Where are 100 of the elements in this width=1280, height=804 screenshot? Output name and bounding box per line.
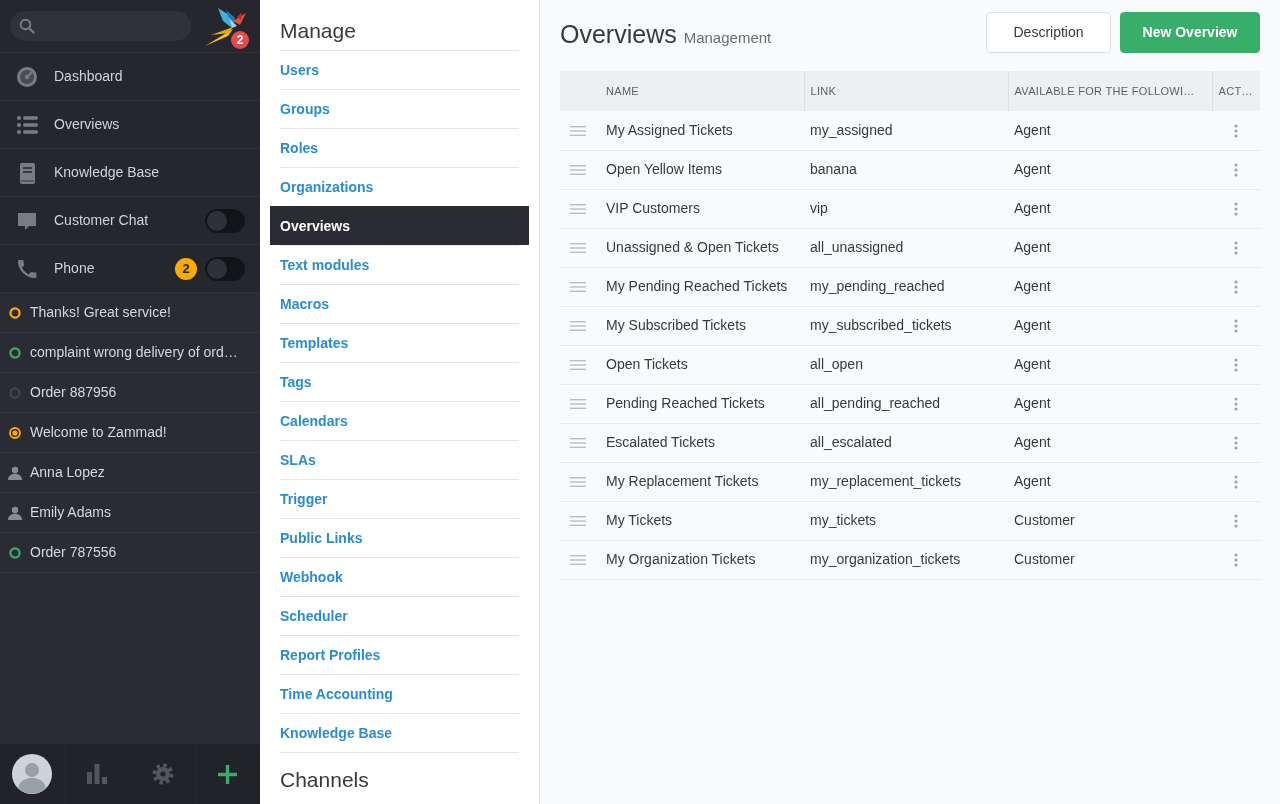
- admin-menu-item[interactable]: Calendars: [280, 401, 519, 440]
- admin-menu-item[interactable]: Webhook: [280, 557, 519, 596]
- list-icon[interactable]: [16, 113, 38, 136]
- table-cell: Agent: [1008, 111, 1212, 150]
- drag-handle-icon[interactable]: [570, 438, 586, 449]
- table-cell: my_replacement_tickets: [804, 462, 1008, 501]
- table-cell: Agent: [1008, 306, 1212, 345]
- speedometer-icon[interactable]: [16, 65, 38, 88]
- admin-menu-item[interactable]: Trigger: [280, 479, 519, 518]
- task-link[interactable]: Welcome to Zammad!: [30, 422, 167, 443]
- more-options-icon[interactable]: [1234, 475, 1238, 490]
- search-field[interactable]: [10, 11, 191, 41]
- table-cell: Agent: [1008, 423, 1212, 462]
- column-header[interactable]: AVAILABLE FOR THE FOLLOWI…: [1008, 71, 1212, 111]
- admin-menu-item[interactable]: Knowledge Base: [280, 713, 519, 752]
- admin-menu-item[interactable]: Macros: [280, 284, 519, 323]
- table-cell: Agent: [1008, 345, 1212, 384]
- nav-link[interactable]: Phone: [54, 258, 95, 279]
- task-link[interactable]: Thanks! Great service!: [30, 302, 171, 323]
- table-cell: Escalated Tickets: [600, 423, 804, 462]
- drag-handle-icon[interactable]: [570, 165, 586, 176]
- table-cell: all_pending_reached: [804, 384, 1008, 423]
- drag-handle-icon[interactable]: [570, 126, 586, 137]
- admin-menu-item[interactable]: Users: [280, 50, 519, 89]
- drag-handle-icon[interactable]: [570, 282, 586, 293]
- table-cell: my_pending_reached: [804, 267, 1008, 306]
- drag-handle-icon[interactable]: [570, 516, 586, 527]
- admin-menu-item[interactable]: Text modules: [280, 245, 519, 284]
- table-cell: My Subscribed Tickets: [600, 306, 804, 345]
- table-cell: Customer: [1008, 501, 1212, 540]
- drag-handle-icon[interactable]: [570, 360, 586, 371]
- table-cell: Agent: [1008, 462, 1212, 501]
- avatar-silhouette-icon[interactable]: [12, 754, 53, 794]
- admin-menu-item[interactable]: Templates: [280, 323, 519, 362]
- table-cell: Pending Reached Tickets: [600, 384, 804, 423]
- table-cell: VIP Customers: [600, 189, 804, 228]
- nav-link[interactable]: Customer Chat: [54, 210, 149, 231]
- section-heading: Channels: [280, 767, 370, 793]
- admin-menu-item[interactable]: Time Accounting: [280, 674, 519, 713]
- column-header[interactable]: LINK: [804, 71, 1008, 111]
- table-cell: Agent: [1008, 150, 1212, 189]
- table-cell: Agent: [1008, 189, 1212, 228]
- task-link[interactable]: complaint wrong delivery of ord…: [30, 342, 238, 363]
- drag-handle-icon[interactable]: [570, 204, 586, 215]
- admin-menu-item[interactable]: Tags: [280, 362, 519, 401]
- more-options-icon[interactable]: [1234, 397, 1238, 412]
- drag-handle-icon[interactable]: [570, 477, 586, 488]
- more-options-icon[interactable]: [1234, 514, 1238, 529]
- count-badge: 2: [175, 257, 197, 280]
- task-link[interactable]: Order 887956: [30, 382, 117, 403]
- admin-menu-item[interactable]: SLAs: [280, 440, 519, 479]
- table-cell: all_unassigned: [804, 228, 1008, 267]
- toggle-switch[interactable]: [205, 256, 245, 281]
- drag-handle-icon[interactable]: [570, 321, 586, 332]
- admin-menu-item[interactable]: Report Profiles: [280, 635, 519, 674]
- table-cell: Agent: [1008, 267, 1212, 306]
- more-options-icon[interactable]: [1234, 319, 1238, 334]
- admin-menu-item[interactable]: Scheduler: [280, 596, 519, 635]
- bird-logo-icon[interactable]: [204, 6, 246, 48]
- table-cell: My Assigned Tickets: [600, 111, 804, 150]
- drag-handle-icon[interactable]: [570, 243, 586, 254]
- settings-icon[interactable]: [151, 763, 174, 785]
- more-options-icon[interactable]: [1234, 436, 1238, 451]
- nav-link[interactable]: Knowledge Base: [54, 162, 160, 183]
- more-options-icon[interactable]: [1234, 202, 1238, 217]
- more-options-icon[interactable]: [1234, 124, 1238, 139]
- table-cell: my_organization_tickets: [804, 540, 1008, 579]
- table-cell: Agent: [1008, 384, 1212, 423]
- table-cell: My Replacement Tickets: [600, 462, 804, 501]
- drag-handle-icon[interactable]: [570, 555, 586, 566]
- admin-menu-item[interactable]: Groups: [280, 89, 519, 128]
- column-header[interactable]: NAME: [600, 71, 804, 111]
- more-options-icon[interactable]: [1234, 358, 1238, 373]
- more-options-icon[interactable]: [1234, 553, 1238, 568]
- table-cell: Unassigned & Open Tickets: [600, 228, 804, 267]
- toggle-switch[interactable]: [205, 208, 245, 233]
- task-link[interactable]: Anna Lopez: [30, 462, 105, 483]
- notification-badge: 2: [231, 31, 249, 49]
- search-icon: [19, 18, 35, 34]
- nav-link[interactable]: Overviews: [54, 114, 120, 135]
- table-cell: my_assigned: [804, 111, 1008, 150]
- bar-chart-icon[interactable]: [87, 764, 108, 784]
- task-link[interactable]: Order 787556: [30, 542, 117, 563]
- table-cell: Open Yellow Items: [600, 150, 804, 189]
- admin-menu-item[interactable]: Public Links: [280, 518, 519, 557]
- column-header[interactable]: ACT…: [1212, 71, 1260, 111]
- drag-handle-icon[interactable]: [570, 399, 586, 410]
- description-button[interactable]: Description: [986, 12, 1111, 53]
- phone-icon[interactable]: [16, 257, 38, 280]
- person-icon: [8, 505, 22, 520]
- table-cell: all_escalated: [804, 423, 1008, 462]
- admin-menu-item[interactable]: Overviews: [270, 206, 529, 245]
- table-cell: My Tickets: [600, 501, 804, 540]
- more-options-icon[interactable]: [1234, 163, 1238, 178]
- nav-link[interactable]: Dashboard: [54, 66, 123, 87]
- plus-icon[interactable]: [218, 764, 238, 784]
- task-link[interactable]: Emily Adams: [30, 502, 111, 523]
- admin-menu-item[interactable]: Roles: [280, 128, 519, 167]
- more-options-icon[interactable]: [1234, 241, 1238, 256]
- more-options-icon[interactable]: [1234, 280, 1238, 295]
